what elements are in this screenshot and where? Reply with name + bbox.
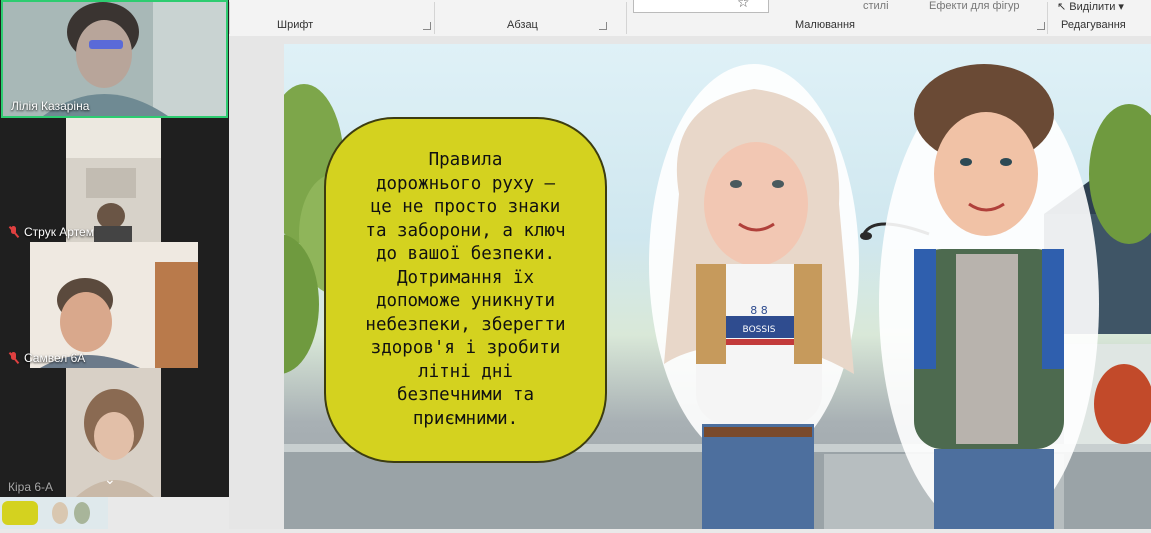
participant-video — [66, 118, 161, 242]
dialog-launcher-icon[interactable] — [423, 22, 431, 30]
star-icon[interactable]: ☆ — [737, 0, 750, 11]
rules-text-box[interactable]: Правила дорожнього руху — це не просто з… — [324, 117, 607, 463]
select-button[interactable]: ↖ Виділити ▾ — [1057, 0, 1124, 13]
participant-name: Кіра 6-А — [8, 480, 54, 494]
participant-video — [30, 242, 198, 368]
group-label-font: Шрифт — [277, 19, 314, 31]
participant-tile[interactable]: Струк Артем — [0, 118, 229, 242]
group-label-editing: Редагування — [1061, 19, 1126, 31]
mic-muted-icon — [8, 352, 20, 364]
slide-thumbnail — [0, 497, 229, 529]
dialog-launcher-icon[interactable] — [1037, 22, 1045, 30]
participant-tile[interactable]: Самвел 6А — [0, 242, 229, 368]
ribbon: Шрифт Абзац ☆ стилі Ефекти для фігур Мал… — [229, 0, 1151, 37]
slide-canvas[interactable]: 8 8 BOSSIS Правила дорожнього руху — це … — [284, 44, 1151, 529]
slide-thumbnail-strip[interactable] — [0, 497, 229, 529]
participant-tile-active[interactable]: Лілія Казаріна — [1, 0, 228, 118]
svg-text:BOSSIS: BOSSIS — [743, 325, 776, 335]
group-label-paragraph: Абзац — [507, 19, 538, 31]
dialog-launcher-icon[interactable] — [599, 22, 607, 30]
svg-text:8 8: 8 8 — [750, 304, 768, 317]
group-label-drawing: Малювання — [795, 19, 856, 31]
quick-styles-button[interactable]: стилі — [863, 0, 889, 12]
shape-effects-button[interactable]: Ефекти для фігур — [929, 0, 1020, 12]
rules-text: Правила дорожнього руху — це не просто з… — [365, 150, 566, 429]
video-call-panel: Лілія Казаріна Струк Артем Самвел 6А Кір… — [0, 0, 229, 497]
participant-name: Самвел 6А — [8, 351, 85, 365]
participant-name: Струк Артем — [8, 225, 94, 239]
boy-illustration — [879, 64, 1099, 529]
chevron-down-icon[interactable]: ⌄ — [104, 472, 116, 488]
participant-name: Лілія Казаріна — [11, 99, 90, 113]
slide-editing-area[interactable]: 8 8 BOSSIS Правила дорожнього руху — це … — [229, 36, 1151, 529]
mic-muted-icon — [8, 226, 20, 238]
